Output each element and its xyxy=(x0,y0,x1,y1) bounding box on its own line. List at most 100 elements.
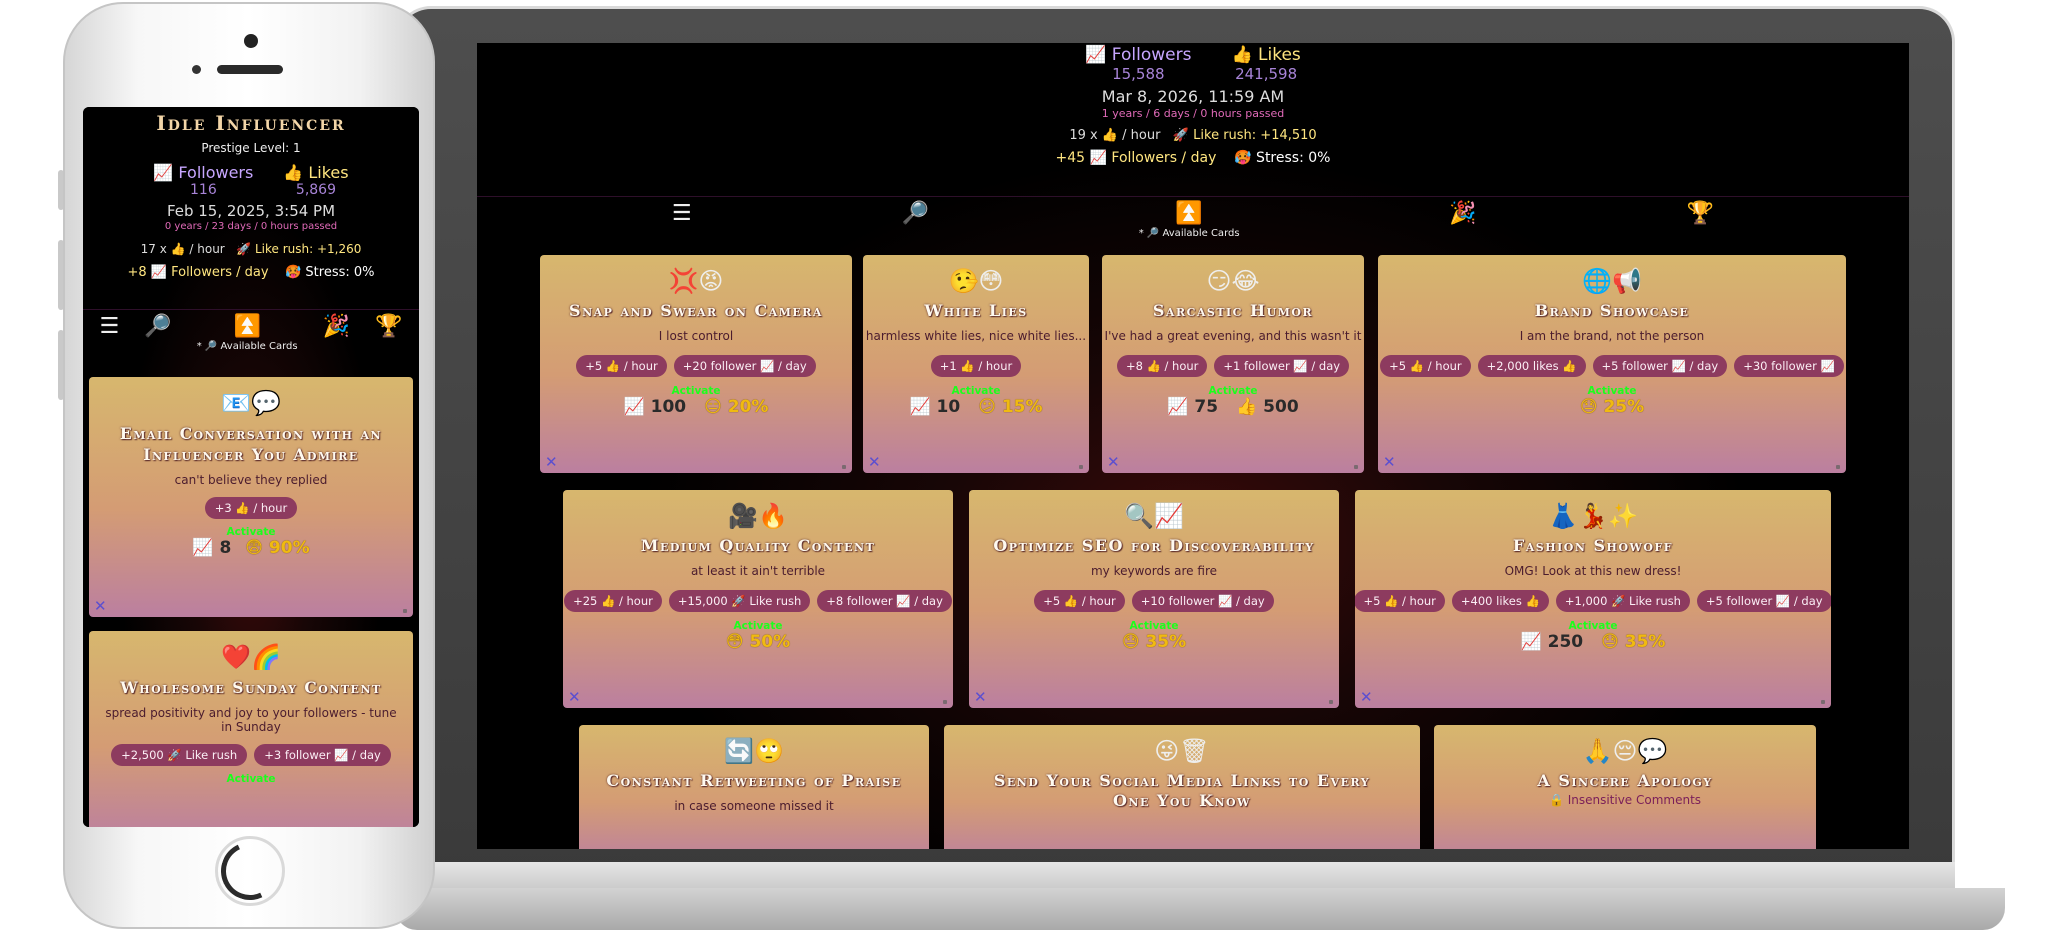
card-icons: 🌐📢 xyxy=(1582,267,1642,295)
card-sincere-apology[interactable]: 🙏😔💬 A Sincere Apology 🔒 Insensitive Comm… xyxy=(1434,725,1816,849)
stress-cost: 😕 15% xyxy=(978,397,1043,417)
card-title: Constant Retweeting of Praise xyxy=(606,771,902,790)
card-brand-showcase[interactable]: 🌐📢 Brand Showcase I am the brand, not th… xyxy=(1378,255,1846,473)
followers-label: 📈 Followers xyxy=(153,163,254,182)
card-effects: +5 👍 / hour +2,000 likes 👍 +5 follower 📈… xyxy=(1378,355,1846,377)
card-snap-and-swear[interactable]: 💢😡 Snap and Swear on Camera I lost contr… xyxy=(540,255,852,473)
card-description: at least it ain't terrible xyxy=(690,564,826,578)
card-send-social-links[interactable]: 😜🗑 Send Your Social Media Links to Every… xyxy=(944,725,1420,849)
card-sarcastic-humor[interactable]: 😏😂 Sarcastic Humor I've had a great even… xyxy=(1102,255,1364,473)
discard-icon[interactable]: ✕ xyxy=(868,453,881,471)
card-description: I lost control xyxy=(658,329,734,343)
activate-button[interactable]: Activate xyxy=(863,385,1089,397)
discard-icon[interactable]: ✕ xyxy=(94,597,107,615)
effect-chip: +2,500 🚀 Like rush xyxy=(111,744,248,766)
tab-available-cards[interactable]: ⏫ * 🔎 Available Cards xyxy=(1139,197,1240,239)
follower-cost: 📈 10 xyxy=(909,397,961,417)
rates-row-2: +8 📈 Followers / day 🥵 Stress: 0% xyxy=(83,265,419,280)
discard-icon[interactable]: ✕ xyxy=(545,453,558,471)
card-title: A Sincere Apology xyxy=(1537,771,1713,790)
card-effects: +2,500 🚀 Like rush +3 follower 📈 / day xyxy=(89,744,413,766)
likes-value: 5,869 xyxy=(295,182,337,198)
activate-button[interactable]: Activate xyxy=(969,620,1339,632)
card-effects: +5 👍 / hour +400 likes 👍 +1,000 🚀 Like r… xyxy=(1355,590,1831,612)
effect-chip: +8 follower 📈 / day xyxy=(817,590,952,612)
activate-button[interactable]: Activate xyxy=(563,620,953,632)
card-description: harmless white lies, nice white lies... xyxy=(865,329,1087,343)
stress-cost: 😑 20% xyxy=(704,397,769,417)
tab-available-cards[interactable]: ⏫ * 🔎 Available Cards xyxy=(197,310,298,352)
activate-button[interactable]: Activate xyxy=(540,385,852,397)
card-email-conversation[interactable]: 📧💬 Email Conversation with an Influencer… xyxy=(89,377,413,617)
stress-meter: 🥵 Stress: 0% xyxy=(1234,150,1331,166)
card-wholesome-sunday[interactable]: ❤️🌈 Wholesome Sunday Content spread posi… xyxy=(89,631,413,827)
card-description: spread positivity and joy to your follow… xyxy=(105,706,397,734)
discard-icon[interactable]: ✕ xyxy=(1107,453,1120,471)
likes-counter: 👍 Likes 5,869 xyxy=(283,163,348,198)
discard-icon[interactable]: ✕ xyxy=(974,688,987,706)
discard-icon[interactable]: ✕ xyxy=(1360,688,1373,706)
card-effects: +5 👍 / hour +20 follower 📈 / day xyxy=(540,355,852,377)
card-icons: 👗💃✨ xyxy=(1548,502,1638,530)
activate-button[interactable]: Activate xyxy=(1378,385,1846,397)
app-root: 📈 Followers 15,588 👍 Likes 241,598 Mar 8… xyxy=(477,43,1909,849)
card-white-lies[interactable]: 🤥😳 White Lies harmless white lies, nice … xyxy=(863,255,1089,473)
stress-cost: 😓 35% xyxy=(1601,632,1666,652)
card-icons: 🔍📈 xyxy=(1124,502,1184,530)
followers-label: 📈 Followers xyxy=(1085,45,1192,65)
events-button[interactable]: 🎉 xyxy=(1449,197,1476,226)
effect-chip: +8 👍 / hour xyxy=(1116,355,1208,377)
card-effects: +25 👍 / hour +15,000 🚀 Like rush +8 foll… xyxy=(563,590,953,612)
activate-button[interactable]: Activate xyxy=(89,526,413,538)
achievements-button[interactable]: 🏆 xyxy=(375,310,402,339)
search-icon: 🔎 xyxy=(901,201,929,226)
card-icons: 😜🗑 xyxy=(1154,737,1210,765)
stress-cost: 😓 35% xyxy=(1121,632,1187,652)
menu-button[interactable]: ☰ xyxy=(100,310,120,339)
resize-handle xyxy=(943,700,947,704)
stats-header: 📈 Followers 15,588 👍 Likes 241,598 Mar 8… xyxy=(477,43,1909,166)
search-button[interactable]: 🔎 xyxy=(901,197,928,226)
card-effects: +8 👍 / hour +1 follower 📈 / day xyxy=(1102,355,1364,377)
rates-row: 19 x 👍 / hour 🚀 Like rush: +14,510 xyxy=(477,128,1909,143)
card-icons: 🎥🔥 xyxy=(728,502,788,530)
effect-chip: +25 👍 / hour xyxy=(564,590,662,612)
resize-handle xyxy=(403,609,407,613)
card-icons: 📧💬 xyxy=(221,389,281,417)
followers-value: 116 xyxy=(190,182,217,198)
activate-button[interactable]: Activate xyxy=(1355,620,1831,632)
card-stats: 😓 35% xyxy=(969,632,1339,652)
menu-button[interactable]: ☰ xyxy=(672,197,692,226)
card-optimize-seo[interactable]: 🔍📈 Optimize SEO for Discoverability my k… xyxy=(969,490,1339,708)
card-description: I am the brand, not the person xyxy=(1519,329,1705,343)
card-title: White Lies xyxy=(924,301,1028,320)
events-button[interactable]: 🎉 xyxy=(323,310,350,339)
follower-cost: 📈 250 xyxy=(1520,632,1584,652)
likes-rate: 19 x 👍 / hour xyxy=(1069,128,1161,143)
likes-label: 👍 Likes xyxy=(283,163,349,182)
card-medium-quality-content[interactable]: 🎥🔥 Medium Quality Content at least it ai… xyxy=(563,490,953,708)
discard-icon[interactable]: ✕ xyxy=(568,688,581,706)
card-effects: +1 👍 / hour xyxy=(863,355,1089,377)
phone-speaker xyxy=(217,65,283,74)
search-button[interactable]: 🔎 xyxy=(144,310,171,339)
card-icons: ❤️🌈 xyxy=(221,643,281,671)
laptop-base xyxy=(395,888,2005,930)
followers-counter: 📈 Followers 116 xyxy=(153,163,253,198)
card-constant-retweeting[interactable]: 🔄🙄 Constant Retweeting of Praise in case… xyxy=(579,725,929,849)
trophy-icon: 🏆 xyxy=(375,314,403,339)
phone-screen: Idle Influencer Prestige Level: 1 📈 Foll… xyxy=(83,107,419,827)
effect-chip: +3 follower 📈 / day xyxy=(254,744,391,766)
rates-row: 17 x 👍 / hour 🚀 Like rush: +1,260 xyxy=(83,242,419,256)
card-title: Brand Showcase xyxy=(1534,301,1690,320)
likes-label: 👍 Likes xyxy=(1231,45,1301,65)
card-icons: 🔄🙄 xyxy=(724,737,784,765)
activate-button[interactable]: Activate xyxy=(89,773,413,785)
effect-chip: +30 follower 📈 xyxy=(1734,355,1844,377)
activate-button[interactable]: Activate xyxy=(1102,385,1364,397)
discard-icon[interactable]: ✕ xyxy=(1383,453,1396,471)
achievements-button[interactable]: 🏆 xyxy=(1687,197,1714,226)
card-effects: +5 👍 / hour +10 follower 📈 / day xyxy=(969,590,1339,612)
resize-handle xyxy=(1079,465,1083,469)
card-fashion-showoff[interactable]: 👗💃✨ Fashion Showoff OMG! Look at this ne… xyxy=(1355,490,1831,708)
